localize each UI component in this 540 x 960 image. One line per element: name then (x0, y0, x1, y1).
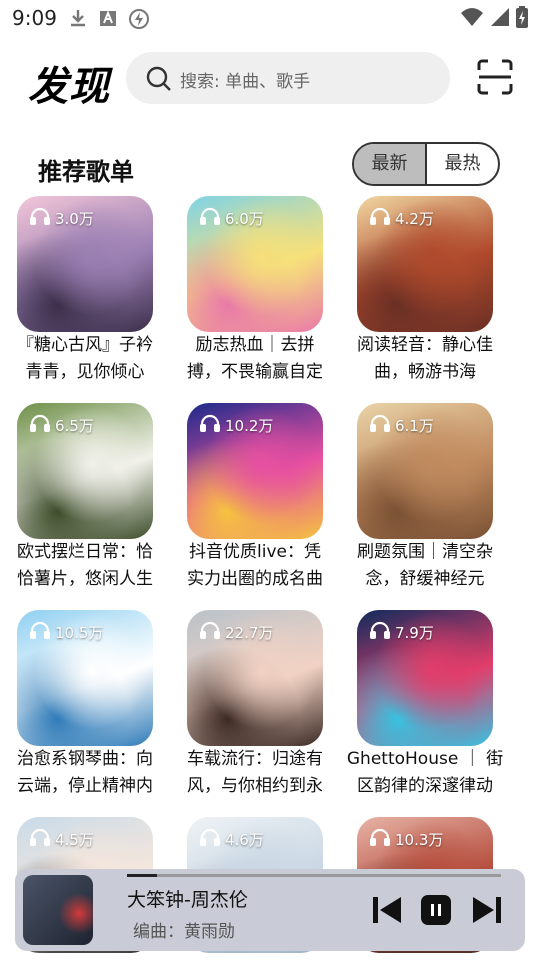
play-count: 7.9万 (369, 620, 434, 644)
play-count: 4.2万 (369, 206, 434, 230)
sort-toggle: 最新 最热 (352, 142, 500, 186)
playlist-title-line1: 治愈系钢琴曲：向 (17, 749, 153, 769)
headphones-icon (199, 827, 221, 851)
play-count-value: 4.5万 (55, 830, 94, 849)
playlist-title[interactable]: 欧式摆烂日常：恰 恰薯片，悠闲人生 (0, 539, 170, 593)
play-count-value: 6.0万 (225, 209, 264, 228)
play-count-value: 22.7万 (225, 623, 274, 642)
tab-newest[interactable]: 最新 (354, 144, 425, 184)
playlist-title[interactable]: 励志热血｜去拼 搏，不畏输赢自定 (170, 332, 340, 386)
play-count-value: 3.0万 (55, 209, 94, 228)
playlist-title-line2: 风，与你相约到永 (187, 776, 323, 796)
playlist-title-line2: 区韵律的深邃律动 (357, 776, 493, 796)
playlist-cover[interactable]: 4.2万 (357, 196, 493, 332)
play-count: 10.2万 (199, 413, 273, 437)
play-count: 6.5万 (29, 413, 94, 437)
status-time: 9:09 (12, 6, 57, 30)
headphones-icon (199, 206, 221, 230)
progress-bar[interactable] (127, 874, 501, 877)
font-a-icon (98, 8, 118, 34)
playlist-cover[interactable]: 3.0万 (17, 196, 153, 332)
song-subtitle: 编曲：黄雨勋 (133, 922, 235, 942)
playlist-title-line1: 抖音优质live：凭 (189, 542, 321, 562)
previous-icon[interactable] (371, 895, 403, 929)
playlist-title[interactable]: 『糖心古风』子衿 青青，见你倾心 (0, 332, 170, 386)
playlist-cover[interactable]: 6.5万 (17, 403, 153, 539)
headphones-icon (369, 206, 391, 230)
wifi-icon (460, 7, 484, 31)
playlist-title[interactable]: 抖音优质live：凭 实力出圈的成名曲 (170, 539, 340, 593)
play-count-value: 10.2万 (225, 416, 274, 435)
headphones-icon (29, 620, 51, 644)
playlist-title-line1: 阅读轻音：静心佳 (357, 335, 493, 355)
playlist-title-line1: 欧式摆烂日常：恰 (17, 542, 153, 562)
playlist-cover[interactable]: 22.7万 (187, 610, 323, 746)
playlist-title-line1: 励志热血｜去拼 (195, 335, 315, 355)
headphones-icon (29, 413, 51, 437)
playlist-title-line2: 实力出圈的成名曲 (187, 569, 323, 589)
search-placeholder: 搜索: 单曲、歌手 (180, 72, 311, 92)
playlist-title-line2: 恰薯片，悠闲人生 (17, 569, 153, 589)
playlist-title-line2: 念，舒缓神经元 (365, 569, 485, 589)
play-count: 4.6万 (199, 827, 264, 851)
playlist-title-line1: 刷题氛围｜清空杂 (357, 542, 493, 562)
scan-icon[interactable] (476, 58, 514, 100)
play-count: 6.0万 (199, 206, 264, 230)
headphones-icon (369, 620, 391, 644)
playlist-title-line2: 搏，不畏输赢自定 (187, 362, 323, 382)
signal-icon (490, 7, 510, 31)
page-title: 发现 (28, 64, 110, 110)
next-icon[interactable] (471, 895, 503, 929)
playlist-title-line1: 『糖心古风』子衿 (17, 335, 153, 355)
headphones-icon (29, 827, 51, 851)
battery-icon (516, 6, 528, 32)
playlist-title[interactable]: 阅读轻音：静心佳 曲，畅游书海 (340, 332, 510, 386)
mini-player[interactable]: 大笨钟-周杰伦 编曲：黄雨勋 (15, 869, 525, 951)
play-count-value: 6.5万 (55, 416, 94, 435)
play-count: 6.1万 (369, 413, 434, 437)
playlist-title[interactable]: GhettoHouse ｜ 街区韵律的深邃律动 (340, 746, 510, 800)
tab-hottest[interactable]: 最热 (427, 144, 498, 184)
playlist-cover[interactable]: 6.0万 (187, 196, 323, 332)
playlist-title[interactable]: 刷题氛围｜清空杂 念，舒缓神经元 (340, 539, 510, 593)
play-count: 10.3万 (369, 827, 443, 851)
player-cover[interactable] (23, 875, 93, 945)
playlist-title-line1: GhettoHouse ｜ 街 (346, 749, 504, 769)
pause-icon[interactable] (421, 895, 451, 929)
playlist-title-line2: 曲，畅游书海 (374, 362, 476, 382)
headphones-icon (29, 206, 51, 230)
playlist-title-line2: 青青，见你倾心 (25, 362, 145, 382)
download-icon (68, 8, 88, 34)
headphones-icon (369, 827, 391, 851)
battery-saver-icon (128, 8, 150, 34)
song-title: 大笨钟-周杰伦 (127, 889, 248, 911)
playlist-cover[interactable]: 7.9万 (357, 610, 493, 746)
search-input[interactable]: 搜索: 单曲、歌手 (126, 52, 450, 104)
play-count: 10.5万 (29, 620, 103, 644)
play-count-value: 4.2万 (395, 209, 434, 228)
play-count: 22.7万 (199, 620, 273, 644)
playlist-title[interactable]: 治愈系钢琴曲：向 云端，停止精神内 (0, 746, 170, 800)
playlist-title[interactable]: 车载流行：归途有 风，与你相约到永 (170, 746, 340, 800)
playlist-cover[interactable]: 6.1万 (357, 403, 493, 539)
headphones-icon (369, 413, 391, 437)
section-title: 推荐歌单 (38, 158, 134, 186)
playlist-title-line1: 车载流行：归途有 (187, 749, 323, 769)
play-count-value: 10.3万 (395, 830, 444, 849)
header: 发现 搜索: 单曲、歌手 (0, 46, 540, 116)
headphones-icon (199, 620, 221, 644)
progress-fill (127, 874, 157, 877)
search-icon (146, 66, 172, 96)
headphones-icon (199, 413, 221, 437)
play-count-value: 6.1万 (395, 416, 434, 435)
playlist-cover[interactable]: 10.5万 (17, 610, 153, 746)
playlist-cover[interactable]: 10.2万 (187, 403, 323, 539)
playlist-title-line2: 云端，停止精神内 (17, 776, 153, 796)
play-count: 3.0万 (29, 206, 94, 230)
play-count-value: 7.9万 (395, 623, 434, 642)
status-bar: 9:09 (0, 0, 540, 36)
play-count-value: 4.6万 (225, 830, 264, 849)
play-count-value: 10.5万 (55, 623, 104, 642)
play-count: 4.5万 (29, 827, 94, 851)
